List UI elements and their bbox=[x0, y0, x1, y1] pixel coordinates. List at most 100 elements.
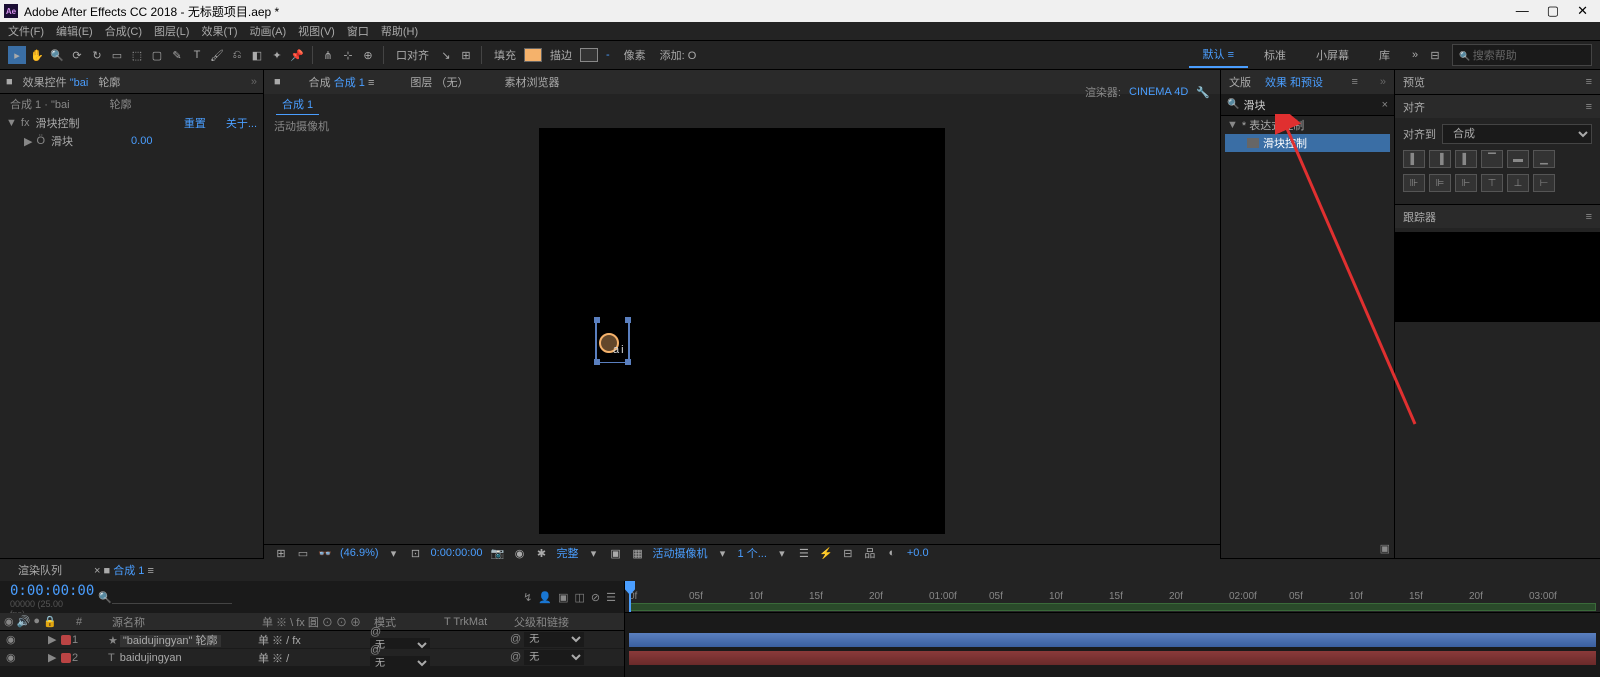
distribute-left-button[interactable]: ⊪ bbox=[1403, 174, 1425, 192]
panel-menu-icon[interactable]: ≡ bbox=[1586, 76, 1592, 88]
3d-view-icon[interactable]: 👓 bbox=[318, 547, 332, 560]
panel-overflow-icon[interactable]: » bbox=[1380, 76, 1386, 88]
align-right-button[interactable]: ▌ bbox=[1455, 150, 1477, 168]
align-vcenter-button[interactable]: ▬ bbox=[1507, 150, 1529, 168]
grid-icon[interactable]: ⊞ bbox=[274, 547, 288, 560]
distribute-hcenter-button[interactable]: ⊫ bbox=[1429, 174, 1451, 192]
renderer-name[interactable]: CINEMA 4D bbox=[1129, 86, 1188, 98]
camera-tool[interactable]: ▭ bbox=[108, 46, 126, 64]
panel-menu-icon[interactable]: ≡ bbox=[1586, 101, 1592, 113]
fast-preview-icon[interactable]: ⚡ bbox=[819, 547, 833, 560]
mode-select[interactable]: 无 bbox=[370, 656, 430, 671]
transform-handle[interactable] bbox=[594, 317, 600, 323]
trkmat-column[interactable]: T TrkMat bbox=[440, 616, 510, 628]
visibility-toggle[interactable]: ◉ bbox=[6, 651, 18, 664]
minimize-button[interactable]: — bbox=[1516, 3, 1529, 19]
audio-column-icon[interactable]: 🔊 bbox=[17, 615, 31, 628]
comp-tab-lock-icon[interactable]: ■ bbox=[274, 76, 281, 88]
parent-column[interactable]: 父级和链接 bbox=[510, 614, 620, 630]
brush-tool[interactable]: 🖌 bbox=[208, 46, 226, 64]
menu-animation[interactable]: 动画(A) bbox=[250, 23, 287, 39]
panel-overflow-icon[interactable]: » bbox=[251, 76, 257, 88]
align-left-button[interactable]: ▌ bbox=[1403, 150, 1425, 168]
selection-tool[interactable]: ▸ bbox=[8, 46, 26, 64]
graph-editor-icon[interactable]: ☰ bbox=[606, 591, 616, 604]
workspace-lib[interactable]: 库 bbox=[1365, 43, 1404, 67]
footage-tab[interactable]: 素材浏览器 bbox=[496, 70, 567, 94]
res-dropdown-icon[interactable]: ▾ bbox=[587, 547, 601, 560]
comp-subtab[interactable]: 合成 1 bbox=[276, 94, 319, 115]
menu-effect[interactable]: 效果(T) bbox=[201, 23, 237, 39]
character-tab[interactable]: 文版 bbox=[1229, 74, 1251, 90]
composition-canvas[interactable]: ai bbox=[539, 128, 945, 534]
tracker-tab[interactable]: 跟踪器 bbox=[1403, 209, 1436, 225]
motion-blur-icon[interactable]: ⊘ bbox=[591, 591, 600, 604]
layer-switches[interactable]: 单 ※ / fx bbox=[258, 632, 370, 648]
distribute-bottom-button[interactable]: ⊢ bbox=[1533, 174, 1555, 192]
work-area[interactable] bbox=[629, 603, 1596, 611]
menu-window[interactable]: 窗口 bbox=[347, 23, 369, 39]
distribute-right-button[interactable]: ⊩ bbox=[1455, 174, 1477, 192]
fx-badge[interactable]: fx bbox=[21, 117, 30, 129]
align-bottom-button[interactable]: ▁ bbox=[1533, 150, 1555, 168]
view-axis-icon[interactable]: ⊕ bbox=[359, 46, 377, 64]
orbit-tool[interactable]: ⟳ bbox=[68, 46, 86, 64]
world-axis-icon[interactable]: ⊹ bbox=[339, 46, 357, 64]
pickwhip-icon[interactable]: @ bbox=[370, 644, 381, 656]
panel-lock-icon[interactable]: ■ bbox=[6, 76, 13, 88]
exposure-reset-icon[interactable]: ◐ bbox=[885, 547, 899, 559]
new-bin-icon[interactable]: ▣ bbox=[1380, 542, 1390, 554]
hand-tool[interactable]: ✋ bbox=[28, 46, 46, 64]
layer-tab[interactable]: 图层 （无） bbox=[402, 70, 476, 94]
search-help-input[interactable]: 搜索帮助 bbox=[1452, 44, 1592, 66]
workspace-overflow-icon[interactable]: » bbox=[1406, 46, 1424, 64]
layer-row[interactable]: ◉▶ 1 ★"baidujingyan" 轮廓 单 ※ / fx @ 无 @ 无 bbox=[0, 631, 624, 649]
timeline-icon[interactable]: ⊟ bbox=[841, 547, 855, 560]
distribute-top-button[interactable]: ⊤ bbox=[1481, 174, 1503, 192]
effect-controls-tab[interactable]: 效果控件 "bai bbox=[23, 74, 89, 90]
pan-behind-tool[interactable]: ⬚ bbox=[128, 46, 146, 64]
pickwhip-icon[interactable]: @ bbox=[510, 633, 521, 645]
stroke-width[interactable]: - bbox=[606, 49, 610, 61]
roto-tool[interactable]: ✦ bbox=[268, 46, 286, 64]
clear-search-icon[interactable]: × bbox=[1382, 99, 1388, 111]
channel-icon[interactable]: ✱ bbox=[535, 547, 549, 560]
align-top-button[interactable]: ▔ bbox=[1481, 150, 1503, 168]
close-button[interactable]: ✕ bbox=[1577, 3, 1588, 19]
align-target-select[interactable]: 合成 bbox=[1442, 124, 1592, 144]
group-twirl-icon[interactable]: ▼ bbox=[1227, 119, 1238, 131]
render-queue-tab[interactable]: 渲染队列 bbox=[10, 558, 70, 582]
layer-duration-bar[interactable] bbox=[629, 651, 1596, 665]
rotate-tool[interactable]: ↻ bbox=[88, 46, 106, 64]
comp-mini-flowchart-icon[interactable]: ↯ bbox=[523, 591, 532, 604]
eraser-tool[interactable]: ◧ bbox=[248, 46, 266, 64]
layer-switches[interactable]: 单 ※ / bbox=[258, 650, 370, 666]
transform-handle[interactable] bbox=[625, 359, 631, 365]
text-layer[interactable]: ai bbox=[595, 320, 630, 363]
layer-duration-bar[interactable] bbox=[629, 633, 1596, 647]
preview-tab[interactable]: 预览 bbox=[1403, 74, 1425, 90]
show-snapshot-icon[interactable]: ◉ bbox=[513, 547, 527, 560]
parent-select[interactable]: 无 bbox=[524, 650, 584, 665]
slider-control-preset[interactable]: 滑块控制 bbox=[1225, 134, 1390, 152]
stroke-swatch[interactable] bbox=[580, 48, 598, 62]
puppet-tool[interactable]: 📌 bbox=[288, 46, 306, 64]
eye-column-icon[interactable]: ◉ bbox=[4, 615, 14, 628]
exposure-value[interactable]: +0.0 bbox=[907, 547, 929, 559]
draft3d-icon[interactable]: ▣ bbox=[558, 591, 568, 604]
timeline-search-input[interactable] bbox=[112, 591, 232, 604]
prop-twirl-icon[interactable]: ▶ bbox=[24, 135, 32, 148]
layer-row[interactable]: ◉▶ 2 T baidujingyan 单 ※ / @ 无 @ 无 bbox=[0, 649, 624, 667]
effects-search-input[interactable]: 🔍 滑块 × bbox=[1221, 94, 1394, 116]
layer-name[interactable]: "baidujingyan" 轮廓 bbox=[120, 635, 221, 647]
workspace-standard[interactable]: 标准 bbox=[1250, 43, 1300, 67]
effect-name[interactable]: 滑块控制 bbox=[35, 115, 183, 131]
timeline-comp-tab[interactable]: × ■ 合成 1 ≡ bbox=[86, 558, 162, 582]
zoom-dropdown-icon[interactable]: ▾ bbox=[387, 547, 401, 560]
effect-twirl-icon[interactable]: ▼ bbox=[6, 117, 17, 129]
transform-handle[interactable] bbox=[594, 359, 600, 365]
maximize-button[interactable]: ▢ bbox=[1547, 3, 1559, 19]
add-label[interactable]: 添加: O bbox=[660, 47, 697, 63]
snapping-toggle[interactable]: 口对齐 bbox=[396, 47, 429, 63]
resolution-icon[interactable]: ⊡ bbox=[409, 547, 423, 560]
